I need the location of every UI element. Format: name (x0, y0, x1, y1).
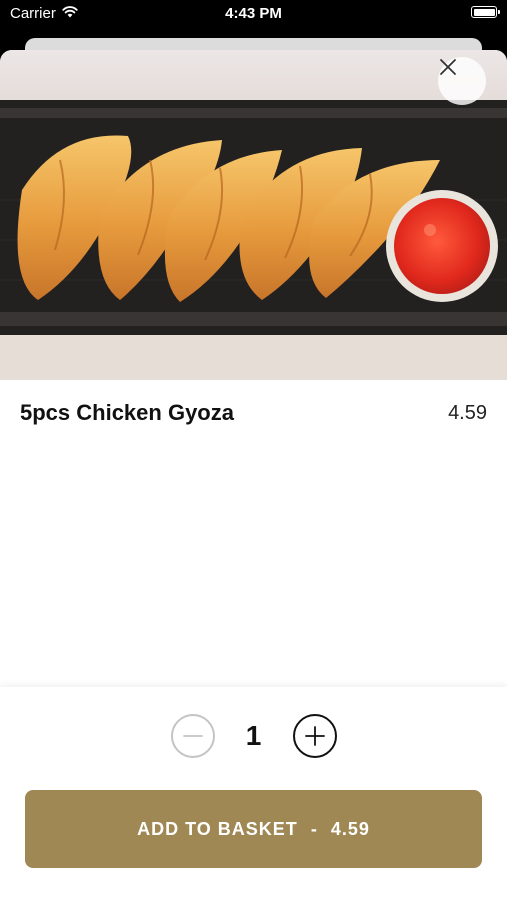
status-time: 4:43 PM (225, 5, 282, 22)
add-to-basket-label: ADD TO BASKET (137, 818, 298, 839)
gyoza-photo (0, 100, 507, 335)
product-price: 4.59 (448, 401, 487, 424)
decrease-quantity-button[interactable] (170, 714, 215, 758)
add-to-basket-button[interactable]: ADD TO BASKET - 4.59 (25, 790, 482, 868)
product-image (0, 50, 507, 380)
add-to-basket-separator: - (310, 818, 318, 839)
close-icon (440, 59, 456, 75)
add-to-basket-price: 4.59 (330, 818, 370, 839)
product-info-row: 5pcs Chicken Gyoza 4.59 (20, 400, 487, 426)
battery-level (473, 8, 495, 16)
quantity-value: 1 (245, 720, 262, 751)
quantity-stepper: 1 (0, 714, 507, 758)
close-button[interactable] (438, 57, 486, 105)
plus-icon (304, 726, 325, 746)
battery-icon (471, 6, 500, 18)
product-name: 5pcs Chicken Gyoza (20, 400, 234, 425)
increase-quantity-button[interactable] (292, 714, 337, 758)
minus-icon (182, 735, 203, 737)
product-detail-sheet: 5pcs Chicken Gyoza 4.59 1 ADD TO BASKET … (0, 50, 507, 900)
order-footer: 1 ADD TO BASKET - 4.59 (0, 687, 507, 900)
status-bar: Carrier 4:43 PM (0, 0, 507, 34)
